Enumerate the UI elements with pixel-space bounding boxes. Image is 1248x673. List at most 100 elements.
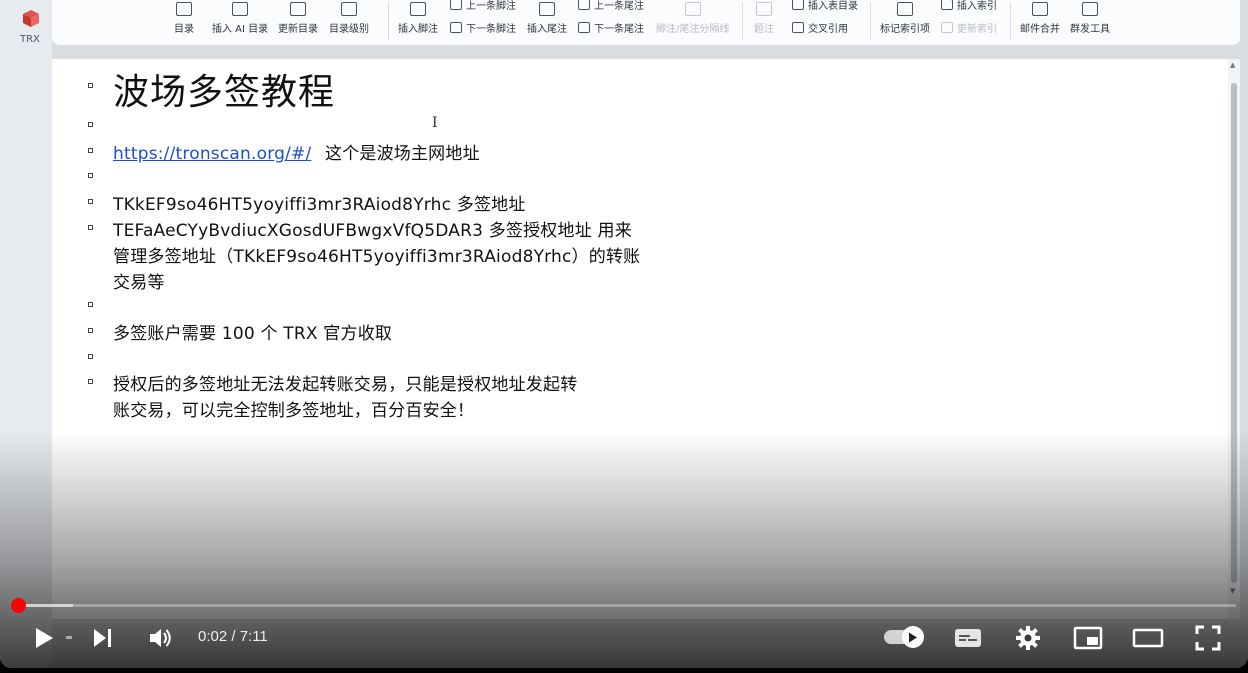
- spell-check-status[interactable]: 拼写检查: 打开: [120, 656, 180, 668]
- auth-address-line-2: 管理多签地址（TKkEF9so46HT5yoyiffi3mr3RAiod8Yrh…: [113, 247, 641, 267]
- progress-scrubber-handle[interactable]: [10, 598, 26, 613]
- cross-reference-icon: [792, 22, 804, 33]
- play-button[interactable]: [28, 622, 60, 654]
- theater-icon: [1132, 628, 1164, 648]
- paragraph-mark: [88, 173, 93, 178]
- update-index-icon: [941, 22, 953, 33]
- next-video-button[interactable]: [86, 622, 118, 654]
- subtitles-button[interactable]: [952, 622, 984, 654]
- document-title: 波场多签教程: [113, 72, 336, 113]
- autoplay-toggle[interactable]: [884, 626, 924, 648]
- insert-ai-toc-button[interactable]: 插入 AI 目录: [212, 2, 268, 35]
- ribbon-divider: [388, 2, 389, 40]
- toc-level-icon: [341, 2, 357, 16]
- mail-merge-button[interactable]: 邮件合并: [1020, 2, 1060, 35]
- mark-index-icon: [897, 2, 913, 16]
- document-scrollbar[interactable]: ▲ ▼: [1228, 59, 1240, 619]
- proofread-button[interactable]: 校对: [220, 656, 238, 668]
- next-endnote-icon: [578, 22, 590, 33]
- mini-volume-indicator: [66, 636, 72, 639]
- safety-line-2: 账交易，可以完全控制多签地址，百分百安全！: [113, 401, 475, 421]
- paragraph-mark: [88, 83, 93, 88]
- play-icon: [36, 628, 53, 648]
- word-count[interactable]: 字数: 106: [56, 656, 97, 668]
- ribbon-divider: [870, 2, 871, 40]
- time-display: 0:02 / 7:11: [198, 628, 268, 645]
- prev-footnote-button[interactable]: 上一条脚注: [450, 0, 516, 12]
- send-tools-icon: [1082, 2, 1098, 16]
- fee-line: 多签账户需要 100 个 TRX 官方收取: [113, 324, 393, 344]
- insert-footnote-button[interactable]: 插入脚注: [398, 2, 438, 35]
- footnote-separator-button[interactable]: 脚注/尾注分隔线: [656, 2, 729, 35]
- paragraph-mark: [88, 225, 93, 230]
- safety-line-1: 授权后的多签地址无法发起转账交易，只能是授权地址发起转: [113, 375, 578, 395]
- insert-table-of-figures-button[interactable]: 插入表目录: [792, 0, 858, 12]
- insert-endnote-button[interactable]: 插入尾注: [527, 2, 567, 35]
- autoplay-play-icon: [909, 632, 917, 642]
- prev-footnote-icon: [450, 0, 462, 10]
- document-tab-label[interactable]: TRX: [20, 34, 40, 45]
- caption-button[interactable]: 题注: [754, 2, 774, 35]
- paragraph-mark: [88, 148, 93, 153]
- prev-endnote-icon: [578, 0, 590, 10]
- ribbon-divider: [1010, 2, 1011, 40]
- wps-side-strip: TRX: [0, 0, 52, 668]
- autoplay-knob: [902, 626, 924, 648]
- update-index-button[interactable]: 更新索引: [941, 20, 997, 35]
- auth-address-line-3: 交易等: [113, 273, 165, 293]
- ribbon-divider: [742, 2, 743, 40]
- tronscan-link[interactable]: https://tronscan.org/#/: [113, 144, 311, 164]
- endnote-icon: [539, 2, 555, 16]
- table-of-figures-icon: [792, 0, 804, 10]
- insert-index-button[interactable]: 插入索引: [941, 0, 997, 12]
- fullscreen-button[interactable]: [1192, 622, 1224, 654]
- footnote-icon: [410, 2, 426, 16]
- update-toc-button[interactable]: 更新目录: [278, 2, 318, 35]
- gear-icon: [1016, 626, 1040, 650]
- caption-icon: [756, 2, 772, 16]
- link-note: 这个是波场主网地址: [324, 144, 480, 164]
- paragraph-mark: [88, 122, 93, 127]
- ai-toc-icon: [232, 2, 249, 16]
- group-send-tools-button[interactable]: 群发工具: [1070, 2, 1110, 35]
- paragraph-mark: [88, 302, 93, 307]
- mark-index-entry-button[interactable]: 标记索引项: [880, 2, 930, 35]
- skip-next-icon: [94, 629, 111, 647]
- text-cursor-icon: I: [432, 115, 438, 131]
- paragraph-mark: [88, 199, 93, 204]
- next-footnote-button[interactable]: 下一条脚注: [450, 20, 516, 35]
- url-paragraph: https://tronscan.org/#/ 这个是波场主网地址: [113, 139, 480, 164]
- paragraph-mark: [88, 328, 93, 333]
- mute-button[interactable]: [144, 622, 176, 654]
- mail-icon: [1032, 2, 1048, 16]
- miniplayer-button[interactable]: [1072, 622, 1104, 654]
- toc-button[interactable]: 目录: [174, 2, 194, 35]
- toc-level-button[interactable]: 目录级别: [329, 2, 369, 35]
- wps-status-bar: 字数: 106 拼写检查: 打开 校对 100%: [0, 656, 1248, 668]
- prev-endnote-button[interactable]: 上一条尾注: [578, 0, 644, 12]
- paragraph-mark: [88, 379, 93, 384]
- fullscreen-icon: [1195, 625, 1221, 651]
- miniplayer-icon: [1073, 626, 1103, 650]
- auth-address-line-1: TEFaAeCYyBvdiucXGosdUFBwgxVfQ5DAR3 多签授权地…: [113, 221, 632, 241]
- scroll-down-icon[interactable]: ▼: [1230, 587, 1235, 595]
- document-page[interactable]: 波场多签教程 I https://tronscan.org/#/ 这个是波场主网…: [52, 59, 1228, 619]
- subtitles-icon: [955, 629, 981, 647]
- next-footnote-icon: [450, 22, 462, 33]
- scrollbar-thumb[interactable]: [1231, 83, 1237, 583]
- settings-button[interactable]: [1012, 622, 1044, 654]
- video-progress-bar[interactable]: [12, 604, 1236, 607]
- video-player[interactable]: TRX 目录 插入 AI 目录 更新目录 目录级别 插入脚注 上一条脚注 下一条…: [0, 0, 1248, 668]
- scroll-up-icon[interactable]: ▲: [1230, 61, 1235, 69]
- theater-mode-button[interactable]: [1132, 622, 1164, 654]
- paragraph-mark: [88, 354, 93, 359]
- update-toc-icon: [290, 2, 306, 16]
- next-endnote-button[interactable]: 下一条尾注: [578, 20, 644, 35]
- multisig-address-line: TKkEF9so46HT5yoyiffi3mr3RAiod8Yrhc 多签地址: [113, 195, 526, 215]
- zoom-level[interactable]: 100%: [1018, 656, 1044, 666]
- wps-document-icon[interactable]: [20, 8, 42, 30]
- separator-icon: [684, 2, 701, 16]
- references-ribbon: 目录 插入 AI 目录 更新目录 目录级别 插入脚注 上一条脚注 下一条脚注 插…: [52, 0, 1240, 46]
- insert-index-icon: [941, 0, 953, 10]
- cross-reference-button[interactable]: 交叉引用: [792, 20, 848, 35]
